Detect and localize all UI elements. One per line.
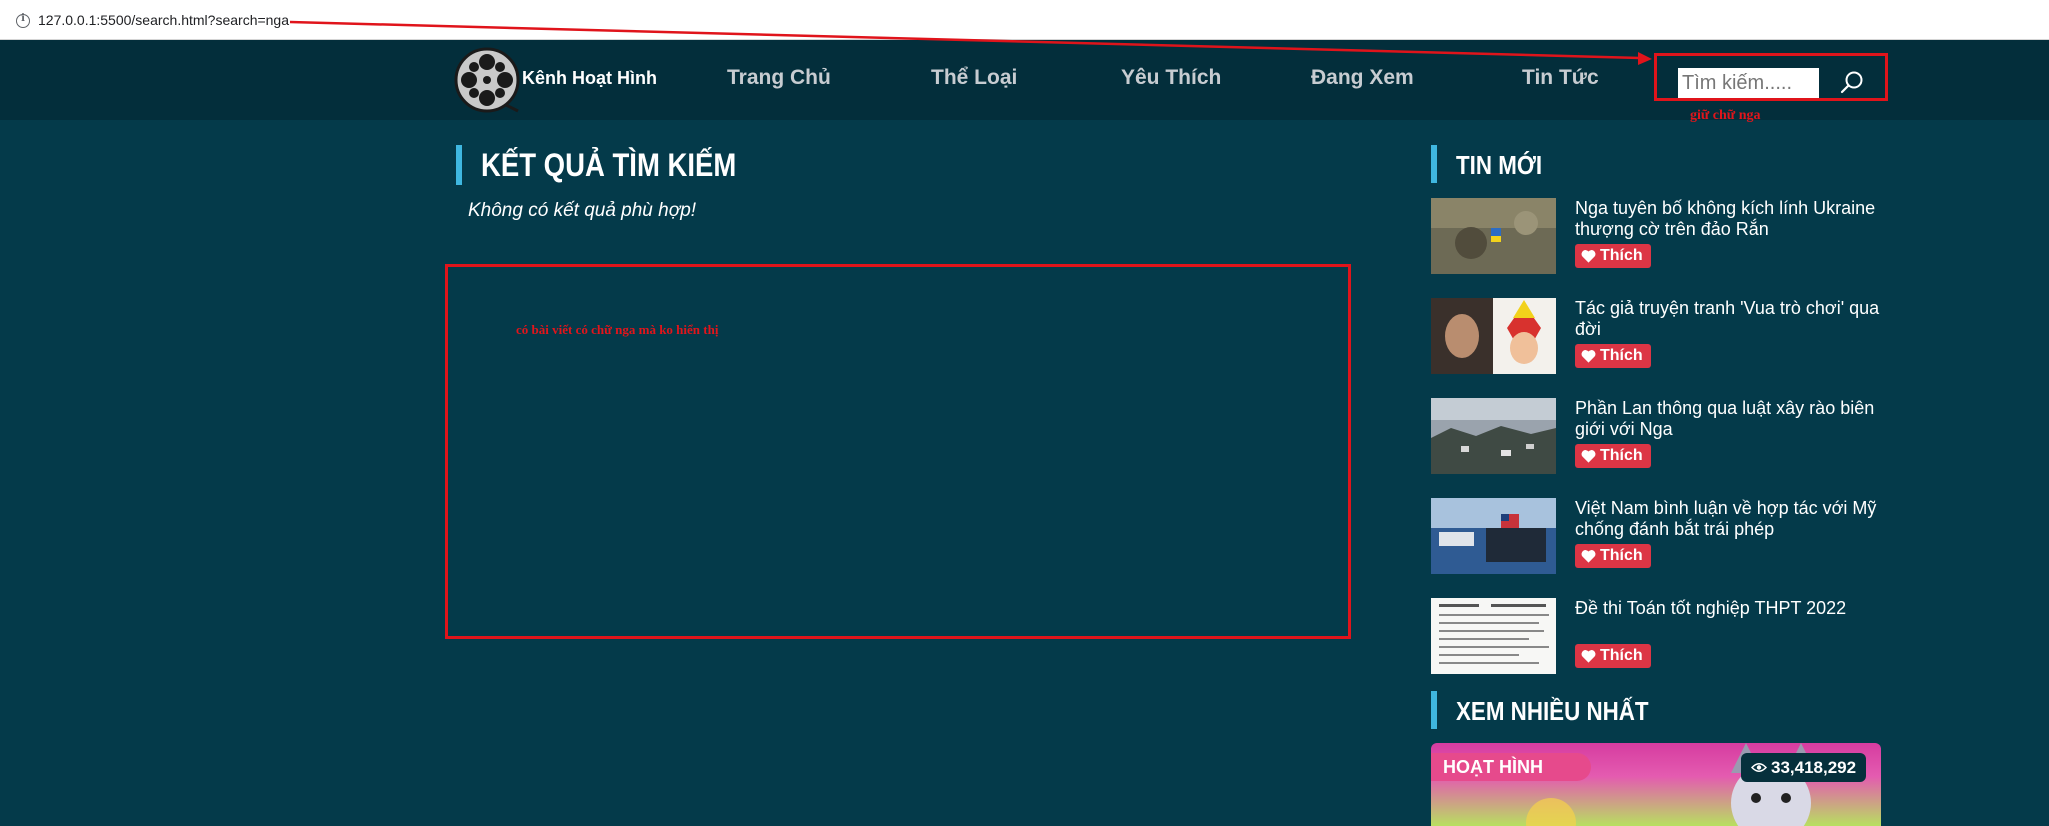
news-title[interactable]: Tác giả truyện tranh 'Vua trò chơi' qua … <box>1575 298 1883 340</box>
heart-icon <box>1581 650 1596 663</box>
address-url[interactable]: 127.0.0.1:5500/search.html?search=nga <box>38 12 289 28</box>
results-area <box>445 264 1351 639</box>
news-thumbnail[interactable] <box>1431 298 1556 374</box>
nav-dang-xem[interactable]: Đang Xem <box>1311 66 1414 90</box>
most-viewed-card[interactable]: HOẠT HÌNH 33,418,292 <box>1431 743 1881 826</box>
news-section-title: TIN MỚI <box>1456 150 1543 180</box>
site-info-icon[interactable] <box>16 13 30 28</box>
search-input[interactable] <box>1678 68 1819 98</box>
category-tag: HOẠT HÌNH <box>1431 753 1591 781</box>
annotation-missing-posts: có bài viết có chữ nga mà ko hiển thị <box>516 322 719 337</box>
like-button[interactable]: Thích <box>1575 644 1651 668</box>
annotation-keep-text: giữ chữ nga <box>1690 108 1761 123</box>
nav-trang-chu[interactable]: Trang Chủ <box>727 66 831 90</box>
browser-address-bar[interactable]: 127.0.0.1:5500/search.html?search=nga <box>0 0 2049 40</box>
news-title[interactable]: Đề thi Toán tốt nghiệp THPT 2022 <box>1575 598 1883 619</box>
results-title-bar <box>456 145 462 185</box>
heart-icon <box>1581 450 1596 463</box>
news-title[interactable]: Phần Lan thông qua luật xây rào biên giớ… <box>1575 398 1883 440</box>
like-label: Thích <box>1600 247 1643 264</box>
search-form <box>1654 53 1888 101</box>
news-item[interactable]: Phần Lan thông qua luật xây rào biên giớ… <box>1431 398 1881 474</box>
most-viewed-title: XEM NHIỀU NHẤT <box>1456 696 1649 726</box>
search-icon[interactable] <box>1839 70 1865 96</box>
most-viewed-title-bar <box>1431 691 1437 729</box>
like-button[interactable]: Thích <box>1575 444 1651 468</box>
eye-icon <box>1751 763 1767 772</box>
nav-yeu-thich[interactable]: Yêu Thích <box>1121 66 1221 90</box>
nav-tin-tuc[interactable]: Tin Tức <box>1522 66 1599 90</box>
like-label: Thích <box>1600 547 1643 564</box>
like-label: Thích <box>1600 347 1643 364</box>
view-count-badge: 33,418,292 <box>1741 753 1867 782</box>
like-button[interactable]: Thích <box>1575 244 1651 268</box>
news-item[interactable]: Nga tuyên bố không kích lính Ukraine thư… <box>1431 198 1881 274</box>
logo-text: Kênh Hoạt Hình <box>522 68 657 88</box>
news-item[interactable]: Tác giả truyện tranh 'Vua trò chơi' qua … <box>1431 298 1881 374</box>
results-title: KẾT QUẢ TÌM KIẾM <box>481 147 737 183</box>
news-thumbnail[interactable] <box>1431 498 1556 574</box>
news-title[interactable]: Nga tuyên bố không kích lính Ukraine thư… <box>1575 198 1883 240</box>
news-thumbnail[interactable] <box>1431 598 1556 674</box>
like-label: Thích <box>1600 447 1643 464</box>
no-result-message: Không có kết quả phù hợp! <box>468 200 697 221</box>
news-title-bar <box>1431 145 1437 183</box>
heart-icon <box>1581 550 1596 563</box>
like-button[interactable]: Thích <box>1575 344 1651 368</box>
like-label: Thích <box>1600 647 1643 664</box>
heart-icon <box>1581 250 1596 263</box>
news-thumbnail[interactable] <box>1431 198 1556 274</box>
like-button[interactable]: Thích <box>1575 544 1651 568</box>
view-count: 33,418,292 <box>1771 758 1857 777</box>
news-title[interactable]: Việt Nam bình luận về hợp tác với Mỹ chố… <box>1575 498 1883 540</box>
heart-icon <box>1581 350 1596 363</box>
news-item[interactable]: Việt Nam bình luận về hợp tác với Mỹ chố… <box>1431 498 1881 574</box>
news-thumbnail[interactable] <box>1431 398 1556 474</box>
site-logo[interactable]: Kênh Hoạt Hình <box>454 44 674 116</box>
news-item[interactable]: Đề thi Toán tốt nghiệp THPT 2022 Thích <box>1431 598 1881 674</box>
film-reel-icon <box>454 47 520 113</box>
nav-the-loai[interactable]: Thể Loại <box>931 66 1017 90</box>
